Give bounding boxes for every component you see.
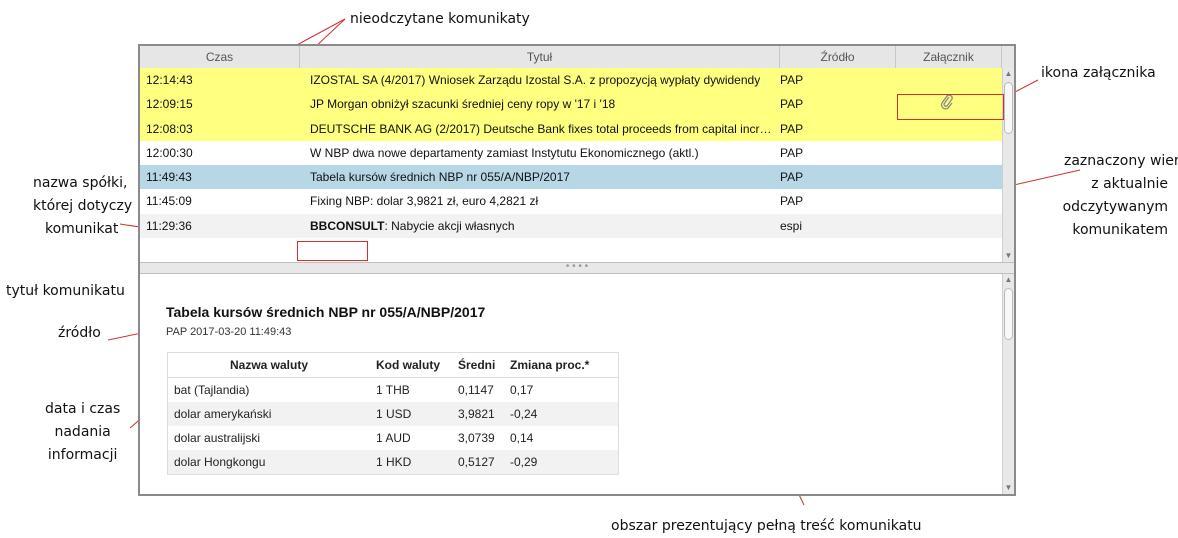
col-average: Średni [452, 352, 504, 378]
currency-table: Nazwa waluty Kod waluty Średni Zmiana pr… [167, 352, 619, 475]
message-title: DEUTSCHE BANK AG (2/2017) Deutsche Bank … [310, 121, 778, 136]
currency-average: 3,9821 [452, 402, 504, 426]
annotation-unread: nieodczytane komunikaty [350, 11, 530, 27]
message-title: W NBP dwa nowe departamenty zamiast Inst… [310, 145, 699, 160]
message-source: espi [780, 218, 803, 233]
message-row[interactable]: 12:09:15 JP Morgan obniżył szacunki śred… [140, 92, 1002, 117]
col-currency-name: Nazwa waluty [167, 352, 370, 378]
message-time: 12:09:15 [146, 97, 193, 112]
message-source: PAP [780, 170, 804, 185]
currency-change: 0,17 [510, 383, 534, 397]
scroll-down-arrow-icon[interactable]: ▼ [1003, 482, 1014, 494]
annotation-content-area: obszar prezentujący pełną treść komunika… [611, 518, 922, 534]
message-title: IZOSTAL SA (4/2017) Wniosek Zarządu Izos… [310, 73, 761, 87]
currency-change: -0,29 [504, 450, 619, 475]
column-header-time[interactable]: Czas [140, 46, 300, 68]
currency-name: dolar Hongkongu [167, 450, 370, 475]
detail-source: PAP [166, 326, 187, 338]
scroll-thumb[interactable] [1004, 82, 1013, 134]
message-row[interactable]: 12:14:43 IZOSTAL SA (4/2017) Wniosek Zar… [140, 68, 1002, 93]
currency-row: dolar Hongkongu 1 HKD 0,5127 -0,29 [167, 450, 619, 475]
message-source: PAP [780, 121, 804, 136]
message-time: 11:45:09 [146, 194, 192, 209]
message-row[interactable]: 11:45:09 Fixing NBP: dolar 3,9821 zł, eu… [140, 189, 1002, 213]
message-title: Fixing NBP: dolar 3,9821 zł, euro 4,2821… [310, 194, 539, 209]
currency-name: dolar amerykański [167, 402, 370, 426]
col-change: Zmiana proc.* [504, 352, 619, 378]
currency-code: 1 AUD [376, 431, 411, 445]
message-time: 12:14:43 [146, 73, 193, 87]
currency-average: 0,5127 [452, 450, 504, 475]
message-time: 12:08:03 [146, 121, 193, 136]
currency-table-header: Nazwa waluty Kod waluty Średni Zmiana pr… [167, 352, 619, 378]
annotation-company-name: nazwa spółki, której dotyczy komunikat [33, 175, 133, 237]
scroll-thumb[interactable] [1004, 288, 1013, 340]
annotation-attachment-icon: ikona załącznika [1041, 65, 1156, 81]
currency-change: -0,24 [504, 402, 619, 426]
currency-row: dolar amerykański 1 USD 3,9821 -0,24 [167, 402, 619, 426]
message-title: Tabela kursów średnich NBP nr 055/A/NBP/… [310, 170, 570, 185]
message-source: PAP [780, 194, 804, 209]
news-window: Czas Tytuł Źródło Załącznik 12:14:43 IZO… [138, 44, 1016, 496]
content-scrollbar[interactable]: ▲ ▼ [1002, 274, 1014, 494]
message-source: PAP [780, 97, 804, 112]
detail-datetime: 2017-03-20 11:49:43 [190, 326, 292, 338]
column-header-source[interactable]: Źródło [780, 46, 896, 68]
message-list: 12:14:43 IZOSTAL SA (4/2017) Wniosek Zar… [140, 68, 1002, 239]
attachment-highlight-box [897, 94, 1004, 120]
message-row-selected[interactable]: 11:49:43 Tabela kursów średnich NBP nr 0… [140, 165, 1002, 190]
message-row[interactable]: 12:08:03 DEUTSCHE BANK AG (2/2017) Deuts… [140, 116, 1002, 141]
currency-code: 1 THB [376, 383, 410, 397]
company-name[interactable]: BBCONSULT [310, 219, 384, 233]
message-source: PAP [780, 73, 804, 87]
message-title-text: : Nabycie akcji własnych [384, 218, 515, 233]
message-row[interactable]: 11:29:36 BBCONSULT: Nabycie akcji własny… [140, 213, 1002, 239]
message-time: 12:00:30 [146, 145, 193, 160]
annotation-source: źródło [58, 325, 101, 341]
message-time: 11:29:36 [146, 218, 192, 233]
currency-name: dolar australijski [174, 431, 261, 445]
currency-code: 1 HKD [370, 450, 452, 475]
company-highlight-box [297, 241, 368, 261]
currency-name: bat (Tajlandia) [174, 383, 250, 397]
currency-change: 0,14 [510, 431, 534, 445]
message-title: BBCONSULT: Nabycie akcji własnych [310, 214, 778, 238]
message-content-area: Tabela kursów średnich NBP nr 055/A/NBP/… [140, 274, 1002, 494]
message-time: 11:49:43 [146, 170, 192, 185]
currency-average: 3,0739 [458, 431, 495, 445]
scroll-down-arrow-icon[interactable]: ▼ [1003, 250, 1014, 262]
col-currency-code: Kod waluty [370, 352, 452, 378]
message-title: JP Morgan obniżył szacunki średniej ceny… [310, 97, 616, 112]
scroll-up-arrow-icon[interactable]: ▲ [1003, 68, 1014, 80]
annotation-selected-row: zaznaczony wiersz z aktualnie odczytywan… [1062, 153, 1178, 238]
annotation-message-title: tytuł komunikatu [6, 283, 125, 299]
currency-row: bat (Tajlandia) 1 THB 0,1147 0,17 [168, 378, 619, 403]
column-header-title[interactable]: Tytuł [300, 46, 780, 68]
pane-splitter[interactable]: • • • • [140, 262, 1014, 274]
currency-average: 0,1147 [458, 383, 494, 397]
detail-title: Tabela kursów średnich NBP nr 055/A/NBP/… [166, 304, 486, 320]
annotation-datetime: data i czas nadania informacji [45, 401, 121, 463]
column-header-attachment[interactable]: Załącznik [896, 46, 1002, 68]
scroll-up-arrow-icon[interactable]: ▲ [1003, 274, 1014, 286]
grid-header: Czas Tytuł Źródło Załącznik [140, 46, 1014, 69]
message-row[interactable]: 12:00:30 W NBP dwa nowe departamenty zam… [140, 141, 1002, 165]
currency-row: dolar australijski 1 AUD 3,0739 0,14 [168, 426, 619, 450]
currency-code: 1 USD [370, 402, 452, 426]
detail-meta: PAP 2017-03-20 11:49:43 [166, 326, 291, 338]
message-source: PAP [780, 145, 804, 160]
